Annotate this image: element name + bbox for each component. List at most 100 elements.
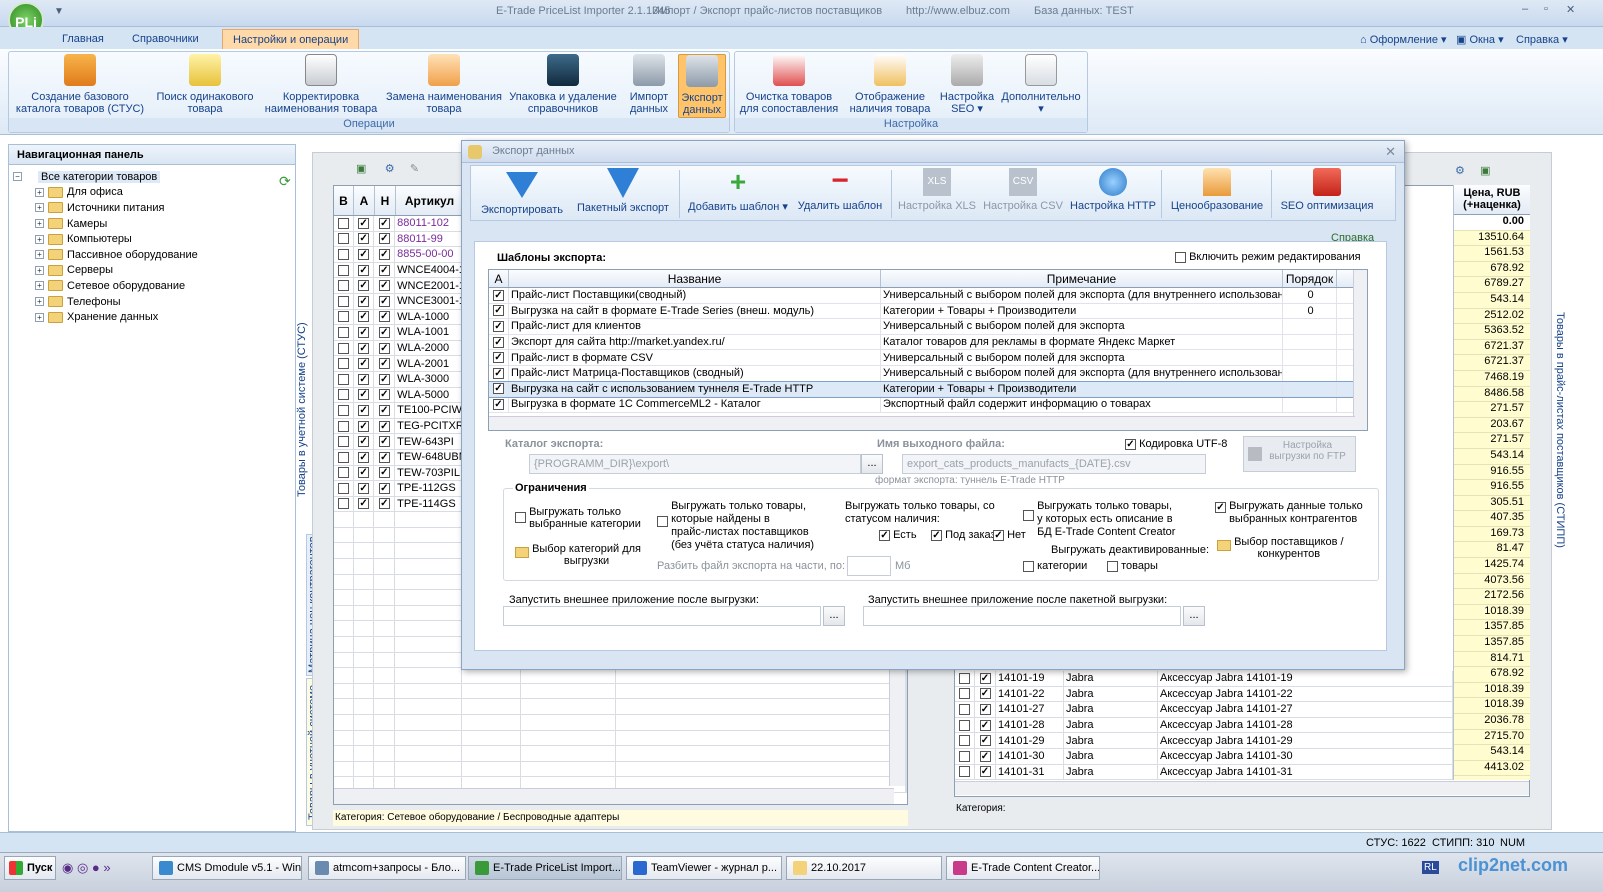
tree-item[interactable]: + Серверы <box>13 263 295 279</box>
price-header[interactable]: Цена, RUB (+наценка) <box>1454 185 1530 215</box>
status-yes[interactable]: ✓ Есть <box>879 529 917 541</box>
only-selected-partners-checkbox[interactable]: ✓ <box>1215 502 1226 513</box>
template-active-checkbox[interactable]: ✓ <box>493 352 504 364</box>
row-checkbox[interactable]: ✓ <box>979 766 991 778</box>
row-checkbox[interactable]: ✓ <box>378 467 390 479</box>
row-checkbox[interactable]: ✓ <box>358 482 370 494</box>
row-checkbox[interactable]: ✓ <box>378 264 390 276</box>
col-article[interactable]: Артикул <box>396 186 464 215</box>
grid-filter-icon[interactable]: ⚙ <box>385 163 395 175</box>
col-v[interactable]: В <box>334 186 354 215</box>
expand-icon[interactable]: + <box>35 187 44 197</box>
utf8-toggle[interactable]: ✓ Кодировка UTF-8 <box>1125 438 1227 450</box>
import-data-button[interactable]: Импорт данных <box>623 54 675 115</box>
tree-item[interactable]: + Пассивное оборудование <box>13 247 295 263</box>
status-no-checkbox[interactable]: ✓ <box>993 529 1004 541</box>
deactivated-categories[interactable]: категории <box>1023 560 1087 572</box>
pricing-button[interactable]: Ценообразование <box>1167 168 1267 212</box>
stus-grid-hscroll[interactable] <box>334 788 894 804</box>
table-row[interactable]: ✓ 14101-27 Jabra Аксессуар Jabra 14101-27 <box>955 702 1453 718</box>
csv-settings-button[interactable]: CSV Настройка CSV <box>981 168 1065 212</box>
expand-icon[interactable]: + <box>35 312 44 322</box>
row-checkbox[interactable] <box>959 703 970 715</box>
template-active-checkbox[interactable]: ✓ <box>493 320 504 332</box>
maximize-button[interactable]: ▫ <box>1544 3 1548 15</box>
row-checkbox[interactable]: ✓ <box>358 217 370 229</box>
only-selected-categories[interactable]: Выгружать только выбранные категории <box>515 506 641 530</box>
dialog-title-bar[interactable]: Экспорт данных ✕ <box>462 141 1404 163</box>
task-teamviewer[interactable]: TeamViewer - журнал р... <box>626 856 782 880</box>
run-after-input[interactable] <box>503 606 821 626</box>
minimize-button[interactable]: – <box>1522 3 1528 15</box>
template-row[interactable]: ✓ Прайс-лист для клиентов Универсальный с … <box>489 319 1367 335</box>
deactivated-goods[interactable]: товары <box>1107 560 1158 572</box>
table-row[interactable]: ✓ 14101-22 Jabra Аксессуар Jabra 14101-22 <box>955 686 1453 703</box>
table-row[interactable]: ✓ 14101-30 Jabra Аксессуар Jabra 14101-30 <box>955 748 1453 765</box>
row-checkbox[interactable]: ✓ <box>979 688 991 700</box>
row-checkbox[interactable] <box>959 719 970 731</box>
row-checkbox[interactable]: ✓ <box>358 467 370 479</box>
row-checkbox[interactable]: ✓ <box>378 295 390 307</box>
row-checkbox[interactable] <box>959 750 970 762</box>
http-settings-button[interactable]: Настройка HTTP <box>1069 168 1157 212</box>
row-checkbox[interactable]: ✓ <box>358 326 370 338</box>
tcol-name[interactable]: Название <box>509 270 881 287</box>
row-checkbox[interactable]: ✓ <box>378 389 390 401</box>
template-active-checkbox[interactable]: ✓ <box>493 398 504 410</box>
table-row[interactable]: ✓ 14101-28 Jabra Аксессуар Jabra 14101-28 <box>955 717 1453 734</box>
tcol-note[interactable]: Примечание <box>881 270 1283 287</box>
split-input[interactable] <box>847 556 891 576</box>
col-a[interactable]: А <box>354 186 375 215</box>
add-template-button[interactable]: + Добавить шаблон ▾ <box>685 168 791 214</box>
collapse-icon[interactable]: − <box>13 172 22 182</box>
task-content-creator[interactable]: E-Trade Content Creator... <box>946 856 1100 880</box>
row-checkbox[interactable]: ✓ <box>378 482 390 494</box>
row-checkbox[interactable]: ✓ <box>378 280 390 292</box>
with-description[interactable]: Выгружать только товары, у которых есть … <box>1023 500 1175 539</box>
row-checkbox[interactable]: ✓ <box>378 217 390 229</box>
deact-categories-checkbox[interactable] <box>1023 560 1034 572</box>
row-checkbox[interactable]: ✓ <box>358 451 370 463</box>
seo-optimization-button[interactable]: SEO оптимизация <box>1277 168 1377 212</box>
row-checkbox[interactable]: ✓ <box>358 373 370 385</box>
row-checkbox[interactable] <box>337 498 349 510</box>
row-checkbox[interactable]: ✓ <box>358 248 370 260</box>
tree-item[interactable]: + Сетевое оборудование <box>13 278 295 294</box>
expand-icon[interactable]: + <box>35 203 44 213</box>
choose-categories-button[interactable]: Выбор категорий для выгрузки <box>515 543 641 567</box>
row-checkbox[interactable]: ✓ <box>378 451 390 463</box>
show-availability-button[interactable]: Отображение наличия товара <box>845 54 935 115</box>
row-checkbox[interactable]: ✓ <box>378 498 390 510</box>
template-active-checkbox[interactable]: ✓ <box>493 336 504 348</box>
row-checkbox[interactable]: ✓ <box>358 404 370 416</box>
seo-settings-button[interactable]: Настройка SEO ▾ <box>937 54 997 115</box>
only-selected-partners[interactable]: ✓ Выгружать данные только выбранных конт… <box>1215 500 1363 526</box>
run-after-batch-browse-button[interactable]: ... <box>1183 606 1205 626</box>
refresh-icon[interactable]: ⟳ <box>279 173 291 190</box>
row-checkbox[interactable]: ✓ <box>358 498 370 510</box>
tab-references[interactable]: Справочники <box>122 29 209 49</box>
batch-export-button[interactable]: Пакетный экспорт <box>573 168 673 214</box>
row-checkbox[interactable] <box>337 280 349 292</box>
additional-button[interactable]: Дополнительно ▾ <box>999 54 1083 115</box>
row-checkbox[interactable] <box>337 373 349 385</box>
table-row[interactable]: ✓ 14101-19 Jabra Аксессуар Jabra 14101-19 <box>955 671 1453 687</box>
row-checkbox[interactable] <box>337 482 349 494</box>
row-checkbox[interactable]: ✓ <box>358 358 370 370</box>
language-indicator[interactable]: RL <box>1422 861 1439 874</box>
task-importer[interactable]: E-Trade PriceList Import... <box>468 856 622 880</box>
row-checkbox[interactable] <box>959 688 970 700</box>
tab-stus-vertical[interactable]: Товары в учетной системе (СТУС) <box>296 300 310 520</box>
status-no[interactable]: ✓ Нет <box>993 529 1026 541</box>
row-checkbox[interactable] <box>337 420 349 432</box>
template-row[interactable]: ✓ Выгрузка в формате 1С CommerceML2 - Кат… <box>489 397 1367 413</box>
stipp-hscroll[interactable] <box>955 781 1529 795</box>
row-checkbox[interactable]: ✓ <box>378 373 390 385</box>
expand-icon[interactable]: + <box>35 297 44 307</box>
expand-icon[interactable]: + <box>35 265 44 275</box>
expand-icon[interactable]: + <box>35 250 44 260</box>
templates-hscroll[interactable] <box>489 416 1355 430</box>
template-row[interactable]: ✓ Прайс-лист Поставщики(сводный) Универсал… <box>489 288 1367 304</box>
tree-item[interactable]: + Источники питания <box>13 200 295 216</box>
correct-name-button[interactable]: Корректировка наименования товара <box>261 54 381 115</box>
